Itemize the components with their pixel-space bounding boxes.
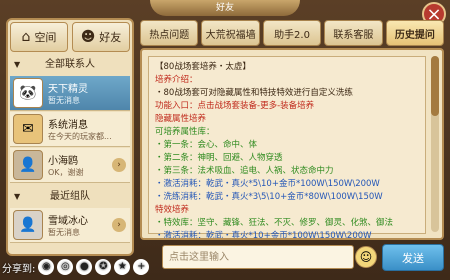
avatar: 👤 <box>13 150 43 180</box>
weibo-icon[interactable]: ● <box>76 259 93 275</box>
tab-assistant[interactable]: 助手2.0 <box>262 20 322 46</box>
content-line: ・激活消耗：乾武・真火*10+金币*100W\150W\200W <box>155 231 372 240</box>
message-panel: 【80战场套培养・太虚】 培养介绍： ・80战场套可对隐藏属性和特技特效进行自定义洗… <box>140 48 444 240</box>
chevron-down-icon: ▼ <box>14 192 21 201</box>
chevron-down-icon: ▼ <box>14 60 21 69</box>
send-button[interactable]: 发送 <box>382 244 444 271</box>
scrollbar[interactable] <box>431 56 439 232</box>
wechat-icon[interactable]: ◉ <box>38 259 55 275</box>
content-line: ・第三条：法术吸血、追电、人祸、状态命中力 <box>155 166 334 176</box>
input-bar: 点击这里输入 ☺ 发送 <box>140 243 444 273</box>
content-line: 可培养属性库： <box>155 127 215 137</box>
chevron-right-icon[interactable]: › <box>112 218 126 232</box>
content-line: ・第二条：神明、回避、人物穿透 <box>155 153 283 163</box>
qzone-icon[interactable]: ★ <box>114 259 131 275</box>
avatar: 🐼 <box>13 78 43 108</box>
qq-icon[interactable]: ✪ <box>95 259 112 275</box>
scroll-thumb[interactable] <box>431 56 439 116</box>
friends-tab[interactable]: ☻ 好友 <box>72 22 130 52</box>
content-line: ・80战场套可对隐藏属性和特技特效进行自定义洗练 <box>155 88 353 98</box>
app-frame: 好友 × ⌂ 空间 ☻ 好友 ▼ 全部联系人 🐼 天下精灵 暂无消息 ✉ 系统消息 在今天… <box>0 0 450 280</box>
content-line: ・特效库：坚守、藏锋、狂法、不灭、修罗、御灵、化煞、御法 <box>155 218 394 228</box>
tab-hot-questions[interactable]: 热点问题 <box>140 20 199 46</box>
tab-customer-service[interactable]: 联系客服 <box>324 20 383 46</box>
tab-history[interactable]: 历史提问 <box>385 20 445 46</box>
section-recent-team[interactable]: ▼ 最近组队 <box>8 188 132 206</box>
moments-icon[interactable]: ◎ <box>57 259 74 275</box>
content-line: ・第一条：会心、命中、体 <box>155 140 258 150</box>
contact-item[interactable]: 👤 小海鸥 OK，谢谢 › <box>10 148 130 183</box>
content-line: ・激活消耗：乾武・真火*5\10+金币*100W\150W\200W <box>155 179 380 189</box>
space-icon: ⌂ <box>21 29 31 45</box>
chevron-right-icon[interactable]: › <box>112 158 126 172</box>
content-line: 【80战场套培养・太虚】 <box>155 62 251 72</box>
message-content: 【80战场套培养・太虚】 培养介绍： ・80战场套可对隐藏属性和特技特效进行自定义洗… <box>148 56 426 238</box>
content-line: 培养介绍： <box>155 75 198 85</box>
contact-item[interactable]: ✉ 系统消息 在今天的玩家都... <box>10 112 130 147</box>
contact-item[interactable]: 👤 雪域冰心 暂无消息 › <box>10 208 130 243</box>
top-tabs: 热点问题 大荒祝福墙 助手2.0 联系客服 历史提问 <box>140 20 445 46</box>
share-bar: 分享到: ◉ ◎ ● ✪ ★ + <box>2 258 150 276</box>
message-input[interactable]: 点击这里输入 <box>162 245 354 269</box>
avatar: 👤 <box>13 210 43 240</box>
content-line: 隐藏属性培养 <box>155 114 207 124</box>
content-line: ・洗练消耗：乾武・真火*3\5\10+金币*80W\100W\150W <box>155 192 383 202</box>
more-share-icon[interactable]: + <box>133 259 150 275</box>
section-all-contacts[interactable]: ▼ 全部联系人 <box>8 56 132 74</box>
contacts-panel: ⌂ 空间 ☻ 好友 ▼ 全部联系人 🐼 天下精灵 暂无消息 ✉ 系统消息 在今天的玩家都.… <box>6 18 134 256</box>
tab-blessing-wall[interactable]: 大荒祝福墙 <box>201 20 260 46</box>
space-tab[interactable]: ⌂ 空间 <box>10 22 68 52</box>
content-line: 特效培养 <box>155 205 190 215</box>
friends-icon: ☻ <box>80 29 96 45</box>
contact-item[interactable]: 🐼 天下精灵 暂无消息 <box>10 76 130 111</box>
content-line: 功能入口：点击战场套装备-更多-装备培养 <box>155 101 315 111</box>
emoji-icon[interactable]: ☺ <box>355 246 377 268</box>
window-title: 好友 <box>150 0 300 16</box>
avatar: ✉ <box>13 114 43 144</box>
